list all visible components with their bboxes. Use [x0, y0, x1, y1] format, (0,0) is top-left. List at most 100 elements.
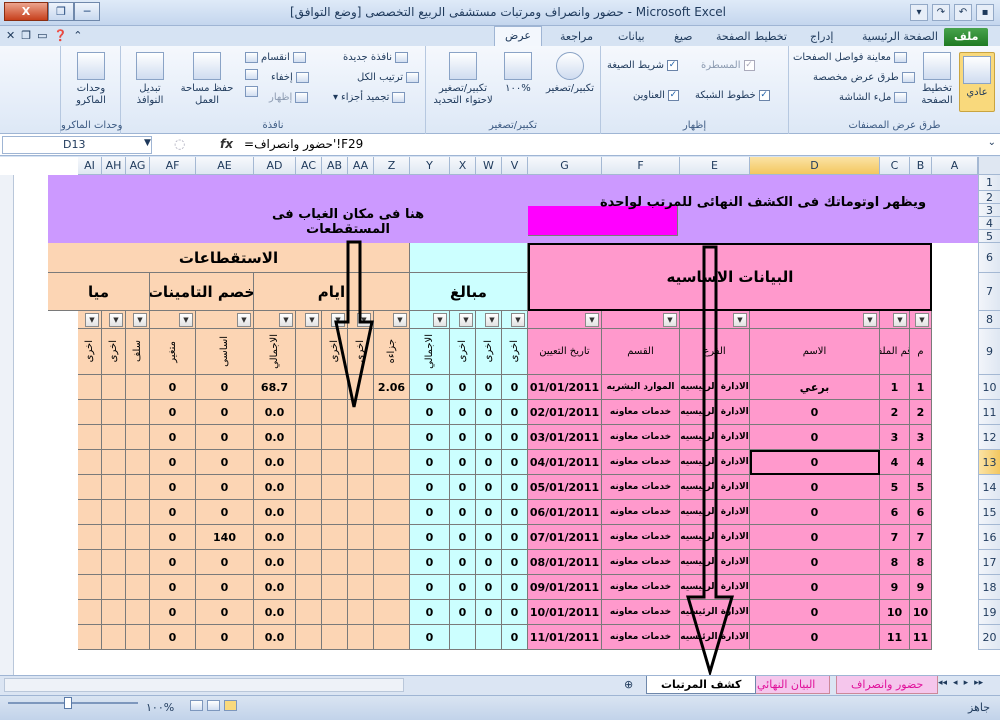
tab-home[interactable]: الصفحة الرئيسية	[852, 28, 948, 46]
headings-checkbox[interactable]: العناوين ✓	[633, 90, 679, 101]
row-header-9[interactable]: 9	[978, 329, 1000, 375]
cell-v-15[interactable]: 0	[502, 500, 528, 525]
cell-b-19[interactable]: 10	[910, 600, 932, 625]
cell-d-20[interactable]: 0	[750, 625, 880, 650]
row-header-7[interactable]: 7	[978, 273, 1000, 311]
zoom-button[interactable]: تكبير/تصغير	[544, 52, 596, 95]
cell-c-16[interactable]: 7	[880, 525, 910, 550]
cell-y-14[interactable]: 0	[410, 475, 450, 500]
cell-d-16[interactable]: 0	[750, 525, 880, 550]
cell-w-18[interactable]: 0	[476, 575, 502, 600]
filter-dropdown-icon[interactable]: ▼	[585, 313, 599, 327]
cell-ac-12[interactable]	[296, 425, 322, 450]
name-box[interactable]: D13	[2, 136, 152, 154]
cell-ag-16[interactable]	[126, 525, 150, 550]
cell-ae-15[interactable]: 0	[196, 500, 254, 525]
cell-ae-14[interactable]: 0	[196, 475, 254, 500]
filter-dropdown-icon[interactable]: ▼	[893, 313, 907, 327]
cell-x-14[interactable]: 0	[450, 475, 476, 500]
cell-ab-18[interactable]	[322, 575, 348, 600]
filter-dropdown-icon[interactable]: ▼	[863, 313, 877, 327]
cell-ae-10[interactable]: 0	[196, 375, 254, 400]
cell-d-14[interactable]: 0	[750, 475, 880, 500]
cell-g-15[interactable]: 06/01/2011	[528, 500, 602, 525]
cell-e-20[interactable]: الادارة الرئيسيه	[680, 625, 750, 650]
cell-f-19[interactable]: خدمات معاونه	[602, 600, 680, 625]
workbook-minimize-icon[interactable]: ▭	[37, 29, 47, 42]
cell-af-14[interactable]: 0	[150, 475, 196, 500]
row-header-13[interactable]: 13	[978, 450, 1000, 475]
customize-qat-icon[interactable]: ▾	[910, 4, 928, 21]
cell-c-17[interactable]: 8	[880, 550, 910, 575]
worksheet[interactable]: A B C D E F G V W X Y Z AA AB AC AD AE AF AG AH AI 123456789…	[0, 157, 1000, 675]
cell-ac-13[interactable]	[296, 450, 322, 475]
vertical-scrollbar[interactable]	[0, 175, 14, 675]
cell-ab-11[interactable]	[322, 400, 348, 425]
tab-formulas[interactable]: صيغ	[664, 28, 703, 46]
cell-ae-20[interactable]: 0	[196, 625, 254, 650]
column-header-z[interactable]: Z	[374, 157, 410, 175]
cell-ai-14[interactable]	[78, 475, 102, 500]
row-header-3[interactable]: 3	[978, 204, 1000, 217]
page-break-view-icon[interactable]	[190, 700, 203, 711]
cell-f-13[interactable]: خدمات معاونه	[602, 450, 680, 475]
cell-e-16[interactable]: الادارة الرئيسيه	[680, 525, 750, 550]
row-header-18[interactable]: 18	[978, 575, 1000, 600]
cell-f-17[interactable]: خدمات معاونه	[602, 550, 680, 575]
minimize-button[interactable]: ─	[74, 2, 100, 21]
cell-af-20[interactable]: 0	[150, 625, 196, 650]
page-break-preview-button[interactable]: معاينة فواصل الصفحات	[793, 52, 908, 63]
cell-ag-18[interactable]	[126, 575, 150, 600]
cell-f-18[interactable]: خدمات معاونه	[602, 575, 680, 600]
filter-dropdown-icon[interactable]: ▼	[237, 313, 251, 327]
cell-ae-17[interactable]: 0	[196, 550, 254, 575]
cell-v-19[interactable]: 0	[502, 600, 528, 625]
cell-y-11[interactable]: 0	[410, 400, 450, 425]
column-header-c[interactable]: C	[880, 157, 910, 175]
cell-ad-18[interactable]: 0.0	[254, 575, 296, 600]
filter-dropdown-icon[interactable]: ▼	[279, 313, 293, 327]
cell-g-10[interactable]: 01/01/2011	[528, 375, 602, 400]
tab-data[interactable]: بيانات	[608, 28, 655, 46]
column-header-ah[interactable]: AH	[102, 157, 126, 175]
cell-af-18[interactable]: 0	[150, 575, 196, 600]
restore-button[interactable]: ❐	[48, 2, 74, 21]
filter-dropdown-icon[interactable]: ▼	[305, 313, 319, 327]
cell-af-12[interactable]: 0	[150, 425, 196, 450]
cell-ah-17[interactable]	[102, 550, 126, 575]
custom-views-button[interactable]: طرق عرض مخصصة	[813, 72, 915, 83]
cell-ac-17[interactable]	[296, 550, 322, 575]
cell-d-15[interactable]: 0	[750, 500, 880, 525]
row-header-17[interactable]: 17	[978, 550, 1000, 575]
row-header-20[interactable]: 20	[978, 625, 1000, 650]
cell-aa-12[interactable]	[348, 425, 374, 450]
row-header-8[interactable]: 8	[978, 311, 1000, 329]
cell-ac-19[interactable]	[296, 600, 322, 625]
cell-ah-10[interactable]	[102, 375, 126, 400]
select-all-corner[interactable]	[978, 157, 1000, 175]
cell-e-17[interactable]: الادارة الرئيسيه	[680, 550, 750, 575]
cell-ai-17[interactable]	[78, 550, 102, 575]
cell-ah-13[interactable]	[102, 450, 126, 475]
zoom-level[interactable]: ١٠٠%	[146, 701, 174, 714]
cell-ai-12[interactable]	[78, 425, 102, 450]
cell-ad-15[interactable]: 0.0	[254, 500, 296, 525]
cell-ab-20[interactable]	[322, 625, 348, 650]
cell-e-10[interactable]: الادارة الرئيسيه	[680, 375, 750, 400]
cell-f-15[interactable]: خدمات معاونه	[602, 500, 680, 525]
zoom-selection-button[interactable]: تكبير/تصغير لاحتواء التحديد	[430, 52, 496, 107]
first-sheet-icon[interactable]: ◂◂	[938, 678, 947, 688]
cell-w-14[interactable]: 0	[476, 475, 502, 500]
row-header-10[interactable]: 10	[978, 375, 1000, 400]
cell-x-15[interactable]: 0	[450, 500, 476, 525]
cell-y-16[interactable]: 0	[410, 525, 450, 550]
formula-input[interactable]: =حضور وانصراف'!F29	[238, 136, 982, 154]
cell-y-18[interactable]: 0	[410, 575, 450, 600]
cell-ai-13[interactable]	[78, 450, 102, 475]
cell-ah-20[interactable]	[102, 625, 126, 650]
cell-y-20[interactable]: 0	[410, 625, 450, 650]
cell-b-12[interactable]: 3	[910, 425, 932, 450]
row-header-19[interactable]: 19	[978, 600, 1000, 625]
cell-aa-14[interactable]	[348, 475, 374, 500]
row-header-16[interactable]: 16	[978, 525, 1000, 550]
